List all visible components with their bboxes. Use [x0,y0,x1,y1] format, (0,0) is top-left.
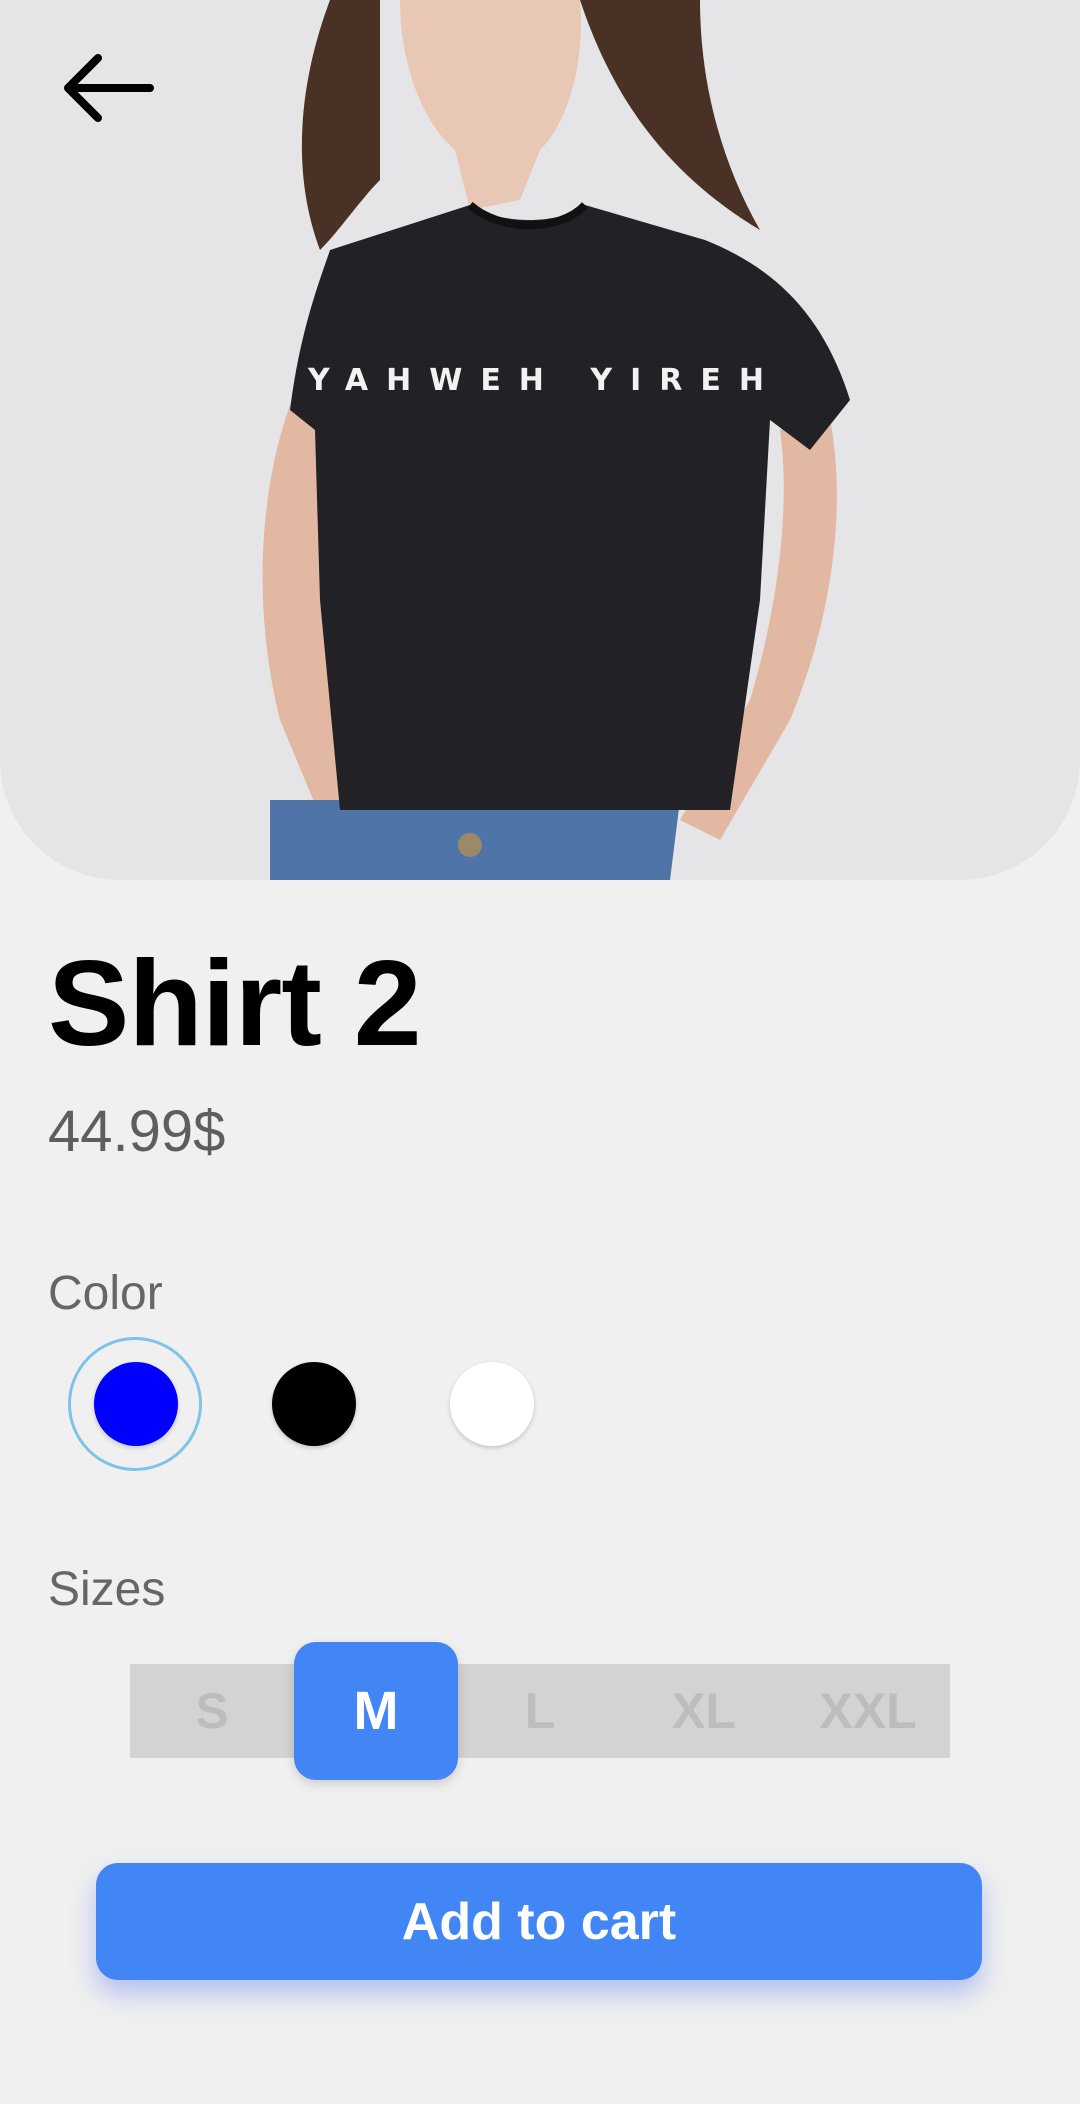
size-option-m[interactable]: M [294,1642,458,1780]
size-option-xxl[interactable]: XXL [786,1664,950,1758]
size-option-s[interactable]: S [130,1664,294,1758]
arrow-left-icon [64,54,154,122]
back-button[interactable] [58,48,178,148]
add-to-cart-button[interactable]: Add to cart [96,1863,982,1980]
color-label: Color [48,1267,163,1320]
size-option-xl[interactable]: XL [622,1664,786,1758]
shirt-print-text: YAHWEH YIREH [307,363,782,398]
product-title: Shirt 2 [48,935,422,1071]
product-price: 44.99$ [48,1099,226,1164]
sizes-label: Sizes [48,1563,166,1616]
size-option-l[interactable]: L [458,1664,622,1758]
color-swatch-black[interactable] [272,1362,356,1446]
color-swatch-white[interactable] [450,1362,534,1446]
color-swatch-blue[interactable] [94,1362,178,1446]
product-image: YAHWEH YIREH [0,0,1080,880]
